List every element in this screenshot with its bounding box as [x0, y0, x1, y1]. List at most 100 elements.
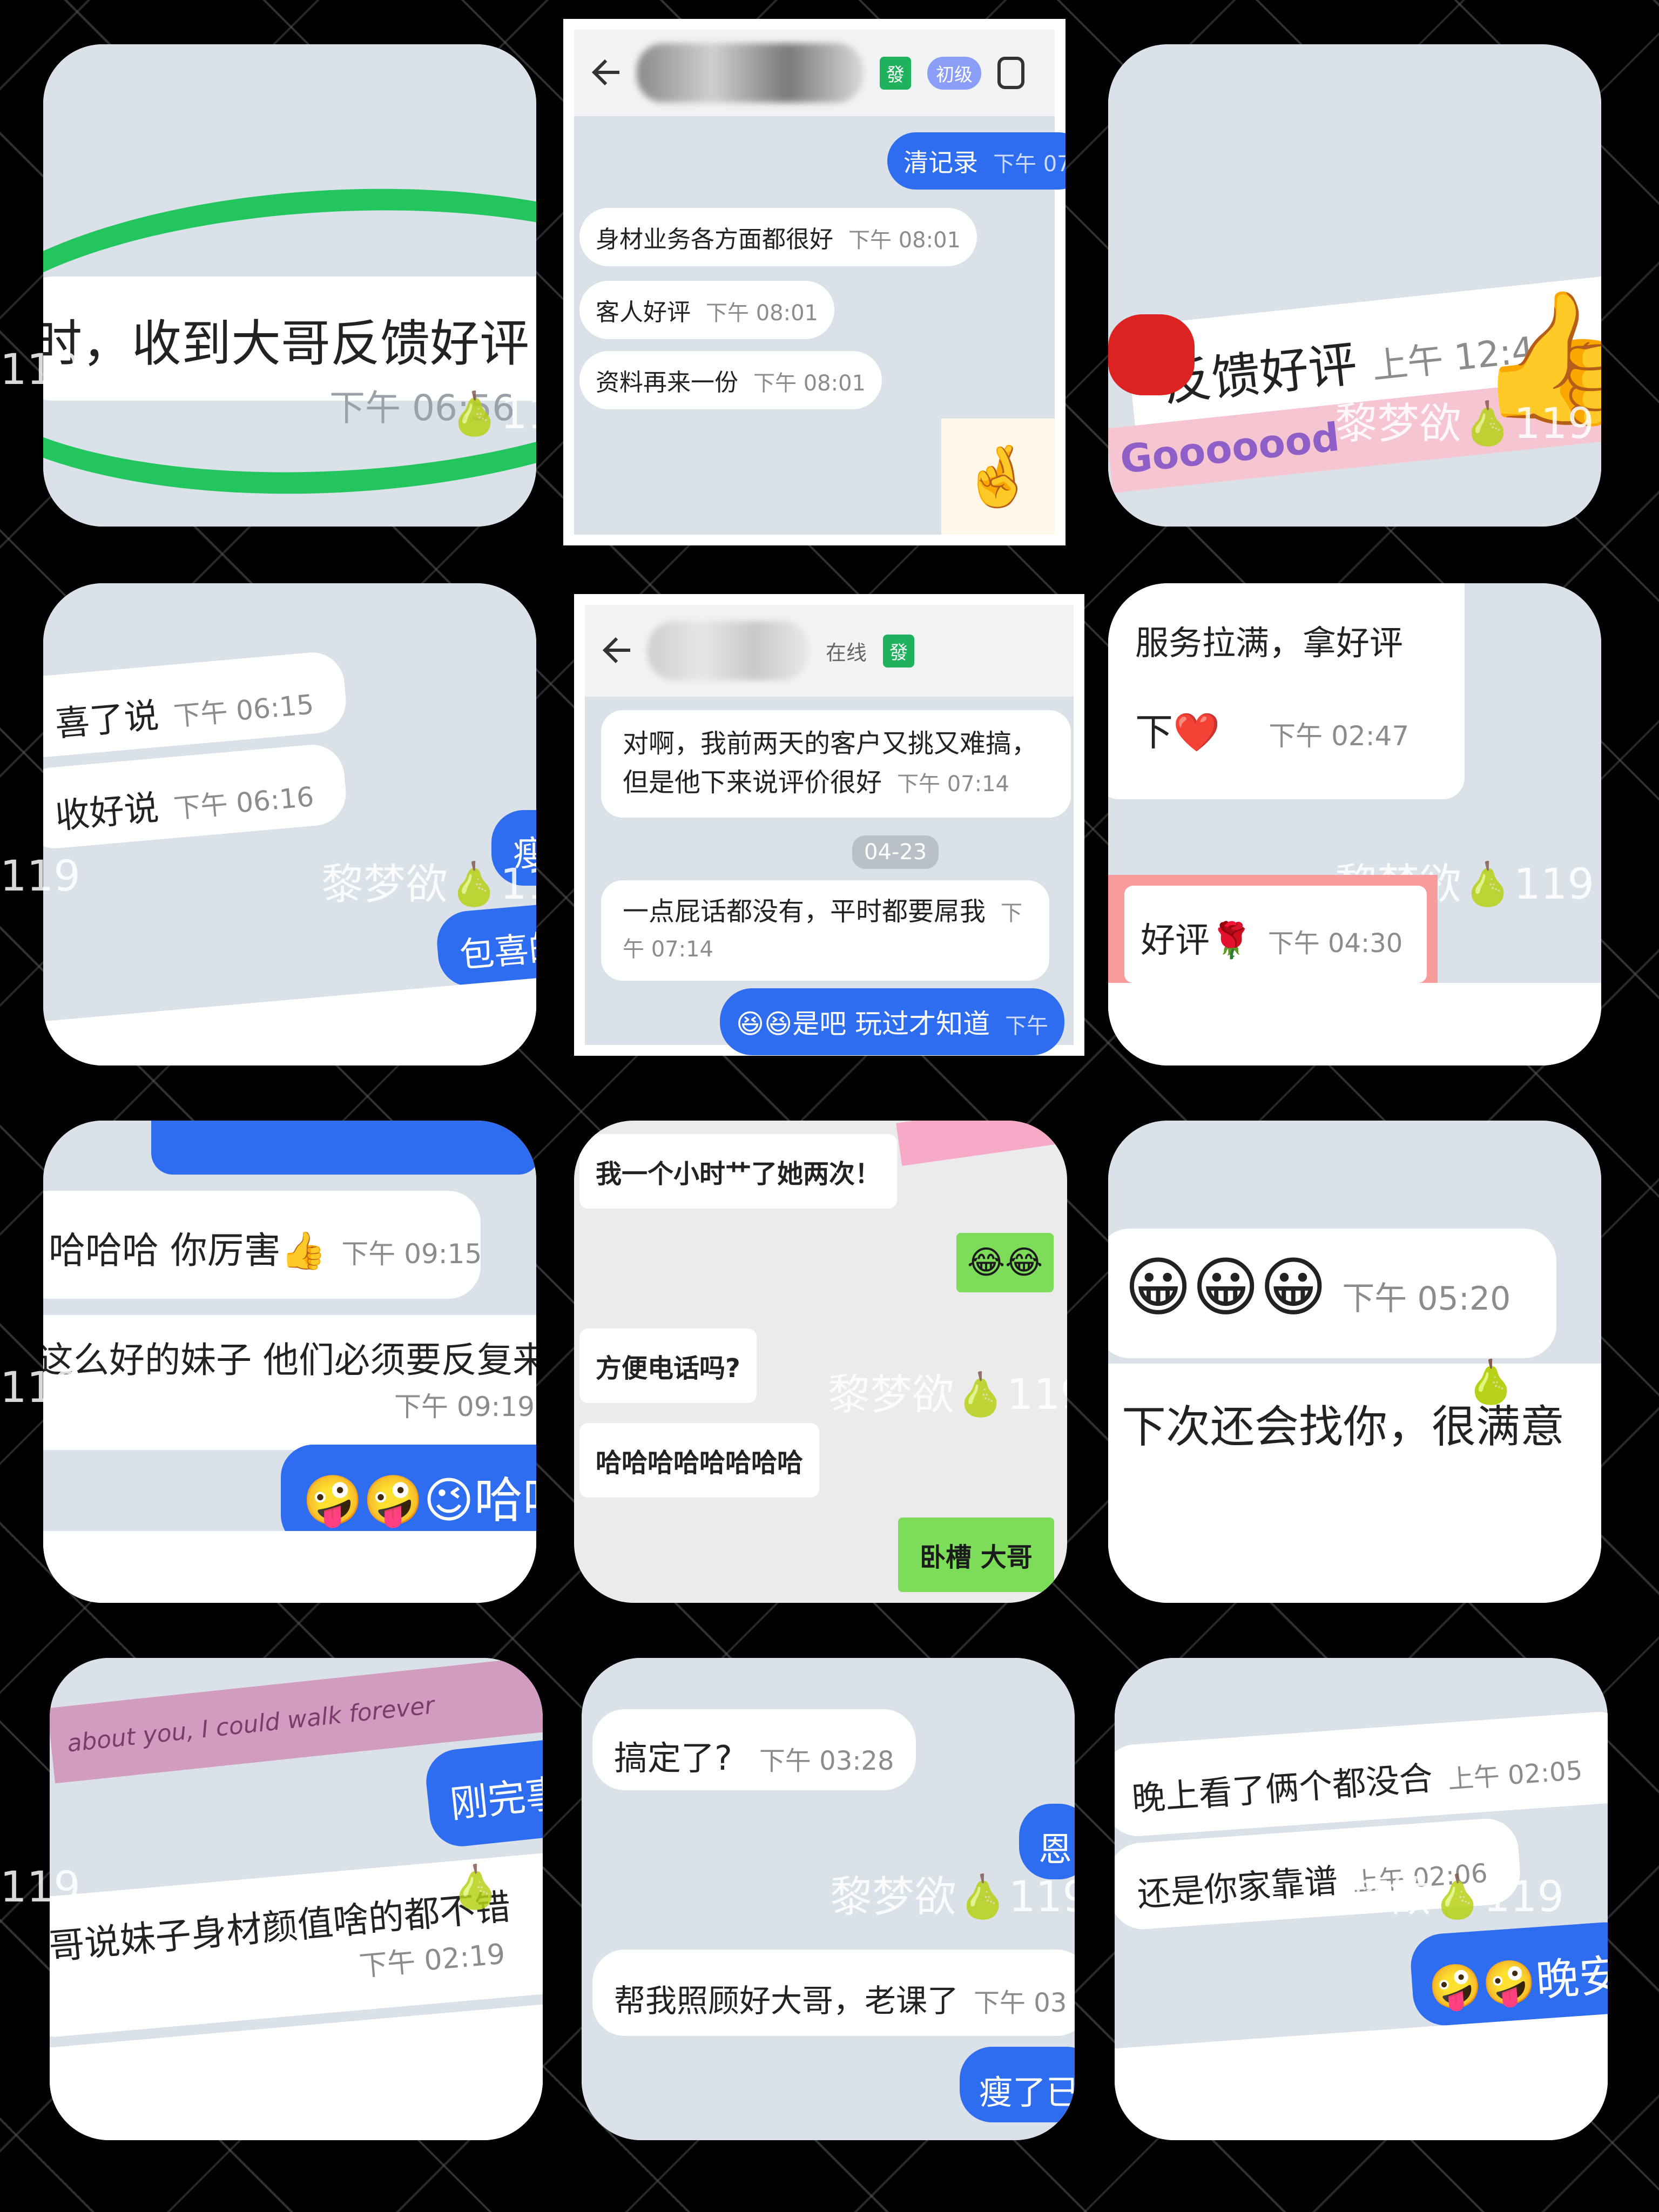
red-scribble: [1108, 314, 1195, 395]
chat-bubble: 身材业务各方面都很好 下午 08:01: [579, 208, 977, 266]
card-10: about you, I could walk forever 刚完事 哥说妹子…: [50, 1658, 543, 2140]
message-time: 下午 02:47: [1269, 720, 1410, 752]
online-status: 在线: [826, 640, 867, 665]
message-time: 下午 05:20: [1342, 1280, 1511, 1318]
message-time: 下午 07: [993, 152, 1065, 177]
badge-level: 初级: [927, 56, 981, 90]
chat-bubble: 一点屁话都没有，平时都要屌我 下午 07:14: [601, 880, 1049, 981]
message-time: 下午 06:15: [172, 689, 315, 732]
message-text: 包喜的: [458, 927, 536, 976]
chat-bubble-sent: 卧槽 大哥: [898, 1518, 1054, 1592]
message-text: 瘦: [513, 834, 536, 874]
blurred-contact-name: [637, 43, 864, 103]
pink-tape: [896, 1121, 1067, 1166]
chat-bubble-sent: 瘦了已: [960, 2047, 1075, 2122]
card-7: 哈哈哈 你厉害👍 下午 09:15 这么好的妹子 他们必须要反复来 下午 09:1…: [43, 1121, 536, 1603]
message-time: 下午: [1005, 1014, 1049, 1038]
card-12: 晚上看了俩个都没合 上午 02:05 还是你家靠谱 上午 02:06 梦欲🍐119 …: [1115, 1658, 1608, 2140]
card-9: 😀😀😀 下午 05:20 下次还会找你，很满意 🍐: [1108, 1121, 1601, 1603]
message-time: 下午 09:15: [341, 1238, 482, 1270]
message-text: 哈哈哈哈哈哈哈哈: [596, 1448, 804, 1478]
message-text: 😀😀😀: [1124, 1250, 1327, 1325]
message-text: 刚完事: [448, 1771, 543, 1827]
chat-bubble: 客人好评 下午 08:01: [579, 281, 834, 339]
pear-watermark: 🍐: [1465, 1358, 1518, 1407]
chat-bubble-sent: 清记录 下午 07: [887, 132, 1065, 190]
phone-icon[interactable]: [997, 57, 1024, 89]
chat-bubble: 服务拉满，拿好评 下❤️ 下午 02:47: [1108, 583, 1465, 799]
chat-bubble: 这么好的妹子 他们必须要反复来 下午 09:19: [43, 1315, 536, 1450]
message-time: 上午 02:06: [1352, 1858, 1489, 1898]
chat-bubble: 哈哈哈 你厉害👍 下午 09:15: [43, 1191, 482, 1299]
message-text: 客人好评: [596, 299, 691, 326]
chat-bubble-sent: 恩: [1019, 1804, 1075, 1879]
white-band: [1108, 983, 1601, 1065]
chat-bubble-sent: 😆😆是吧 玩过才知道 下午: [720, 988, 1065, 1055]
message-text: 方便电话吗?: [596, 1353, 740, 1384]
message-text: 我一个小时艹了她两次！: [596, 1159, 881, 1189]
message-text: 哈哈哈 你厉害👍: [49, 1230, 327, 1272]
message-time: 下午 03:28: [759, 1746, 894, 1776]
heart-sticker: 🤞: [941, 419, 1055, 535]
message-text: 搞定了?: [614, 1738, 732, 1778]
card-5: 在线 發 对啊，我前两天的客户又挑又难搞，但是他下来说评价很好 下午 07:14 …: [574, 594, 1084, 1056]
chat-header: 發 初级: [574, 30, 1055, 116]
chat-bubble: 帮我照顾好大哥，老课了 下午 03: [592, 1950, 1075, 2036]
message-text: 恩: [1038, 1830, 1073, 1869]
message-text: 清记录: [903, 148, 978, 177]
message-text: 🤪🤪晚安: [1427, 1950, 1608, 2014]
badge-fa: 發: [880, 56, 911, 90]
message-text: 卧槽 大哥: [920, 1542, 1033, 1573]
message-text: 😂😂: [967, 1244, 1043, 1282]
thumbs-up-sticker: 👍: [1475, 282, 1601, 433]
message-time: 下午 06:56: [329, 387, 515, 429]
message-time: 下午 09:19: [394, 1391, 535, 1422]
message-text: 好评🌹: [1141, 921, 1253, 961]
chat-bubble-sent: 😂😂: [956, 1233, 1054, 1292]
message-text: 收好说: [53, 788, 160, 837]
message-text: 帮我照顾好大哥，老课了: [614, 1982, 959, 2019]
card-8: 我一个小时艹了她两次！ 😂😂 方便电话吗? 哈哈哈哈哈哈哈哈 卧槽 大哥 黎梦欲…: [574, 1121, 1067, 1603]
card-3: 反馈好评 上午 12:40 Gooooood 👍 黎梦欲🍐119: [1108, 44, 1601, 527]
message-text: 服务拉满，拿好评: [1135, 623, 1404, 663]
white-band: [43, 1531, 536, 1603]
message-text: 资料再来一份: [596, 369, 738, 396]
message-time: 下午 08:01: [753, 371, 866, 396]
card-6: 服务拉满，拿好评 下❤️ 下午 02:47 黎梦欲🍐119 好评🌹 下午 04:30: [1108, 583, 1601, 1065]
message-time: 下午 07:14: [897, 772, 1010, 797]
chat-bubble: 对啊，我前两天的客户又挑又难搞，但是他下来说评价很好 下午 07:14: [601, 710, 1071, 818]
message-time: 上午 02:05: [1447, 1755, 1584, 1795]
message-text: 下❤️: [1135, 710, 1220, 754]
message-time: 下午 02:19: [358, 1938, 507, 1983]
chat-bubble: 方便电话吗?: [579, 1328, 757, 1403]
message-text: 这么好的妹子 他们必须要反复来: [43, 1339, 536, 1381]
watermark: 黎梦欲🍐119: [828, 1371, 1067, 1419]
blue-strip: [151, 1121, 536, 1175]
message-text: 喜了说: [53, 696, 160, 745]
date-separator: 04-23: [852, 835, 939, 869]
chat-bubble: 搞定了? 下午 03:28: [592, 1709, 916, 1790]
message-text: 一点屁话都没有，平时都要屌我: [623, 896, 986, 927]
message-text: 🤪🤪😉哈哈: [302, 1472, 536, 1529]
message-time: 下午 08:01: [706, 301, 818, 326]
message-time: 下午 03: [974, 1988, 1067, 2018]
card-2: 發 初级 清记录 下午 07 身材业务各方面都很好 下午 08:01 客人好评 下午 …: [563, 19, 1065, 545]
card-1: 时，收到大哥反馈好评 下午 06:56 🍐119: [43, 44, 536, 527]
card-4: 喜了说下午 06:15 收好说下午 06:16 瘦 包喜的 黎梦欲🍐119: [43, 583, 536, 1065]
message-text: 身材业务各方面都很好: [596, 226, 833, 253]
message-text: 晚上看了俩个都没合: [1130, 1758, 1434, 1819]
chat-bubble: 😀😀😀 下午 05:20: [1108, 1229, 1556, 1358]
message-time: 下午 04:30: [1267, 928, 1403, 959]
card-11: 搞定了? 下午 03:28 恩 黎梦欲🍐119 帮我照顾好大哥，老课了 下午 03 …: [582, 1658, 1075, 2140]
blurred-contact-name: [648, 621, 810, 680]
back-arrow-icon[interactable]: [601, 636, 631, 666]
chat-bubble: 好评🌹 下午 04:30: [1124, 886, 1427, 983]
back-arrow-icon[interactable]: [590, 58, 621, 88]
message-time: 下午 08:01: [848, 228, 961, 253]
message-time: 下午 06:16: [172, 781, 315, 825]
chat-bubble: 我一个小时艹了她两次！: [579, 1134, 898, 1209]
chat-bubble: 哈哈哈哈哈哈哈哈: [579, 1423, 820, 1498]
chat-bubble: 资料再来一份 下午 08:01: [579, 351, 882, 409]
chat-bubble-sent: 🤪🤪晚安: [1408, 1920, 1608, 2028]
message-text: 时，收到大哥反馈好评: [43, 315, 530, 373]
